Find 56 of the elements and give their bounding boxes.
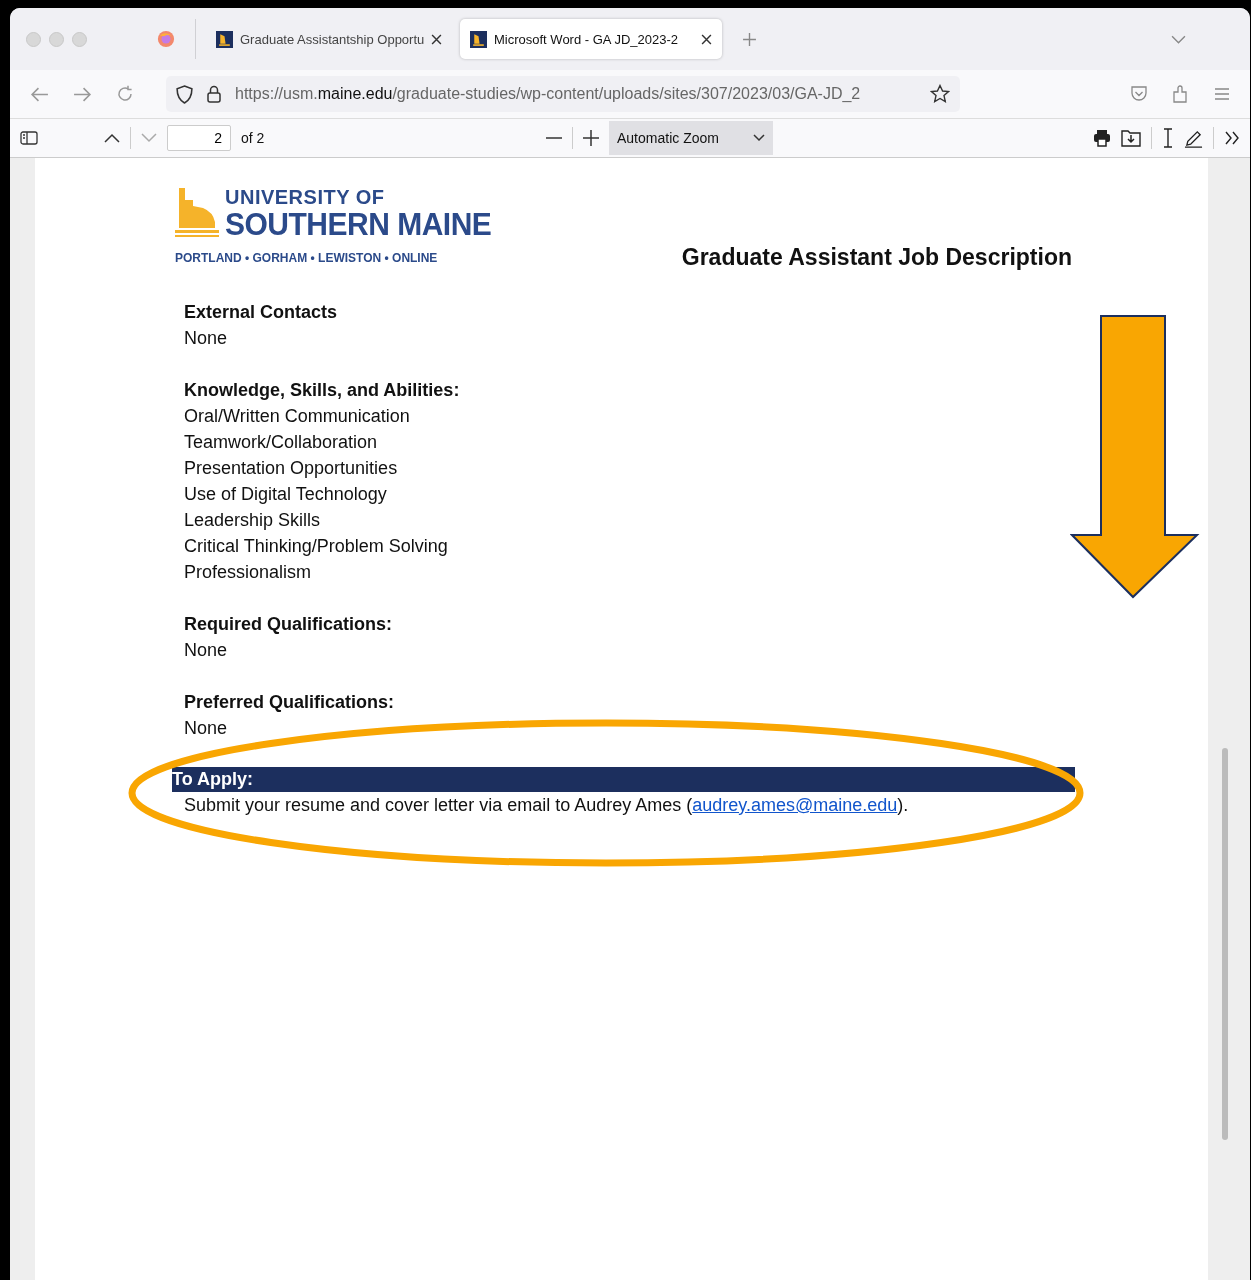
logo-tagline: PORTLAND • GORHAM • LEWISTON • ONLINE xyxy=(175,251,439,265)
page-number-field[interactable]: 2 xyxy=(167,125,231,151)
browser-tab[interactable]: Graduate Assistantship Opportu xyxy=(206,19,452,59)
section-heading: External Contacts xyxy=(184,301,339,324)
scrollbar-thumb[interactable] xyxy=(1222,748,1228,1140)
section-text: Teamwork/Collaboration xyxy=(184,431,379,454)
new-tab-icon[interactable] xyxy=(742,31,757,47)
section-text: Oral/Written Communication xyxy=(184,405,411,428)
chevron-down-icon[interactable] xyxy=(1171,34,1186,44)
section-text: Professionalism xyxy=(184,561,313,584)
reload-icon[interactable] xyxy=(116,85,134,103)
section-text: None xyxy=(184,717,229,740)
next-page-icon[interactable] xyxy=(141,133,157,143)
previous-page-icon[interactable] xyxy=(104,133,120,143)
back-icon[interactable] xyxy=(30,86,49,102)
extensions-icon[interactable] xyxy=(1172,84,1190,104)
logo-text: UNIVERSITY OF xyxy=(225,186,386,209)
menu-icon[interactable] xyxy=(1214,87,1230,101)
section-text: Presentation Opportunities xyxy=(184,457,399,480)
university-logo-icon xyxy=(216,30,233,48)
lock-icon[interactable] xyxy=(207,85,221,103)
apply-instructions: Submit your resume and cover letter via email to Audrey Ames (audrey.ames@maine.edu). xyxy=(183,794,910,817)
section-text: Use of Digital Technology xyxy=(184,483,388,506)
section-heading: Knowledge, Skills, and Abilities: xyxy=(184,379,461,402)
browser-logo-icon[interactable] xyxy=(157,30,175,48)
save-icon[interactable] xyxy=(1121,129,1141,147)
url-text: https://usm.maine.edu/graduate-studies/wp-content/uploads/sites/307/2023/03/GA-JD_2 xyxy=(235,85,862,103)
print-icon[interactable] xyxy=(1093,129,1111,147)
close-icon[interactable] xyxy=(431,33,442,45)
more-tools-icon[interactable] xyxy=(1224,131,1240,145)
zoom-dropdown[interactable]: Automatic Zoom xyxy=(609,121,773,155)
section-text: Leadership Skills xyxy=(184,509,322,532)
document-title: Graduate Assistant Job Description xyxy=(681,244,1072,271)
pen-icon[interactable] xyxy=(1184,128,1203,148)
browser-tab[interactable]: Microsoft Word - GA JD_2023-2 xyxy=(460,19,722,59)
university-logo-icon xyxy=(175,186,219,238)
page-count: of 2 xyxy=(241,130,265,146)
logo-text: SOUTHERN MAINE xyxy=(225,208,492,242)
address-bar[interactable]: https://usm.maine.edu/graduate-studies/wp-content/uploads/sites/307/2023/03/GA-JD_2 xyxy=(166,76,960,112)
zoom-in-icon[interactable] xyxy=(583,130,599,146)
section-text: Critical Thinking/Problem Solving xyxy=(184,535,449,558)
section-heading: To Apply: xyxy=(172,767,1075,792)
university-logo-icon xyxy=(470,30,487,48)
section-heading: Required Qualifications: xyxy=(184,613,394,636)
forward-icon[interactable] xyxy=(73,86,92,102)
shield-icon[interactable] xyxy=(176,84,193,104)
sidebar-toggle-icon[interactable] xyxy=(20,131,38,145)
section-text: None xyxy=(184,327,229,350)
section-text: None xyxy=(184,639,229,662)
text-cursor-icon[interactable] xyxy=(1162,128,1174,148)
close-icon[interactable] xyxy=(701,33,712,45)
email-link[interactable]: audrey.ames@maine.edu xyxy=(692,795,898,815)
pocket-icon[interactable] xyxy=(1130,86,1148,102)
star-icon[interactable] xyxy=(930,84,950,104)
section-heading: Preferred Qualifications: xyxy=(184,691,396,714)
caret-icon[interactable] xyxy=(753,134,765,142)
